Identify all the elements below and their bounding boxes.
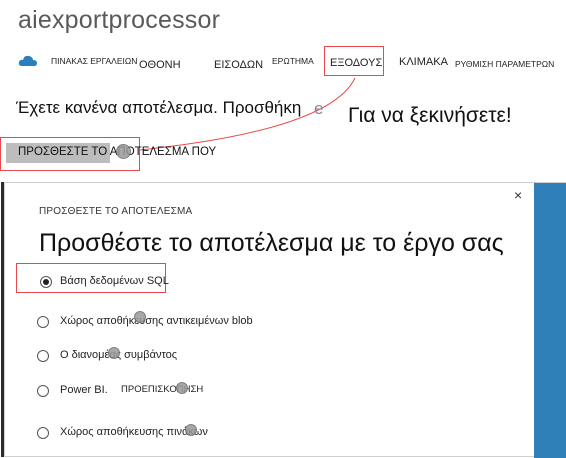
dialog-title: Προσθέστε το αποτέλεσμα με το έργο σας bbox=[39, 229, 504, 257]
dialog-side-panel bbox=[534, 183, 566, 458]
get-started-text: Για να ξεκινήσετε! bbox=[348, 104, 512, 127]
close-icon[interactable]: × bbox=[514, 187, 522, 203]
dialog-subtitle: ΠΡΟΣΘΕΣΤΕ ΤΟ ΑΠΟΤΕΛΕΣΜΑ bbox=[39, 206, 193, 217]
radio-event-hub[interactable] bbox=[37, 350, 49, 362]
cursor-indicator bbox=[116, 144, 131, 159]
radio-sql-database[interactable] bbox=[40, 276, 52, 288]
cursor-indicator bbox=[185, 424, 197, 436]
radio-power-bi[interactable] bbox=[37, 385, 49, 397]
empty-state-headline: Έχετε κανένα αποτέλεσμα. Προσθήκη bbox=[16, 98, 302, 117]
radio-blob-storage[interactable] bbox=[37, 316, 49, 328]
option-label: Χώρος αποθήκευσης αντικειμένων blob bbox=[60, 315, 253, 327]
option-label: Power BI. bbox=[60, 384, 108, 396]
headline-fragment: e bbox=[314, 99, 324, 118]
radio-table-storage[interactable] bbox=[37, 427, 49, 439]
cursor-indicator bbox=[134, 311, 146, 323]
cursor-indicator bbox=[108, 347, 120, 359]
option-label: Βάση δεδομένων SQL bbox=[60, 275, 169, 287]
preview-badge: ΠΡΟΕΠΙΣΚΟΠΗΣΗ bbox=[121, 384, 204, 395]
cursor-indicator bbox=[176, 382, 188, 394]
